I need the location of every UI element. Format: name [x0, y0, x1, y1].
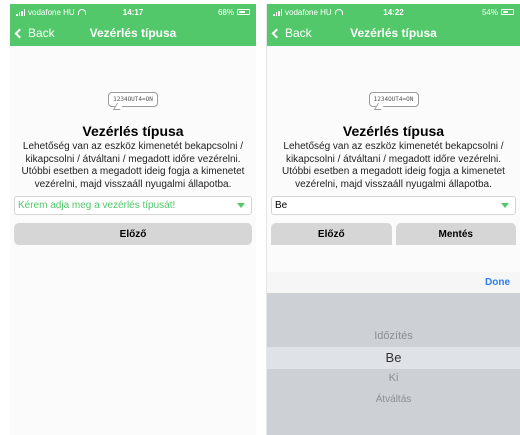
carrier-label: vodafone HU: [285, 7, 332, 17]
back-button[interactable]: Back: [267, 26, 312, 40]
battery-percent: 68%: [217, 7, 234, 17]
save-button[interactable]: Mentés: [395, 223, 516, 245]
signal-icon: [16, 8, 25, 16]
wifi-icon: [77, 9, 86, 15]
control-type-select[interactable]: Kérem adja meg a vezérlés típusát!: [14, 196, 252, 215]
description-text: Lehetőség van az eszköz kimenetét bekapc…: [21, 141, 245, 190]
picker-toolbar: Done: [267, 272, 520, 294]
phone-screen-left: vodafone HU 14:17 68% Back Vezérlés típu…: [10, 4, 256, 435]
back-label: Back: [28, 26, 55, 40]
status-time: 14:17: [122, 7, 144, 17]
previous-button[interactable]: Előző: [271, 223, 392, 245]
picker-wheel[interactable]: Időzítés Be Ki Átváltás: [267, 294, 520, 435]
select-value: Be: [275, 200, 288, 211]
page-heading: Vezérlés típusa: [342, 123, 445, 139]
dropdown-arrow-icon: [237, 203, 245, 208]
picker-option[interactable]: Ki: [267, 372, 520, 384]
battery-percent: 54%: [481, 7, 498, 17]
chevron-left-icon: [271, 28, 282, 38]
nav-title: Vezérlés típusa: [89, 26, 177, 40]
status-time: 14:22: [383, 7, 404, 17]
signal-icon: [273, 8, 282, 16]
sms-command-bubble: 1234OUT4=ON: [108, 92, 158, 107]
previous-button[interactable]: Előző: [14, 223, 252, 245]
navigation-bar: Back Vezérlés típusa: [267, 20, 520, 46]
description-text: Lehetőség van az eszköz kimenetét bekapc…: [282, 141, 505, 190]
picker-option[interactable]: Átváltás: [267, 394, 520, 405]
dropdown-arrow-icon: [501, 203, 509, 208]
picker-option[interactable]: Időzítés: [267, 330, 520, 342]
battery-icon: [237, 9, 250, 15]
status-bar: vodafone HU 14:17 68%: [10, 4, 256, 20]
battery-icon: [501, 9, 514, 15]
button-row: Előző Mentés: [271, 223, 516, 245]
wifi-icon: [334, 9, 343, 15]
page-heading: Vezérlés típusa: [82, 123, 184, 139]
carrier-label: vodafone HU: [28, 7, 75, 17]
select-placeholder: Kérem adja meg a vezérlés típusát!: [18, 200, 176, 211]
back-button[interactable]: Back: [10, 26, 55, 40]
option-picker: Done Időzítés Be Ki Átváltás: [267, 272, 520, 435]
done-button[interactable]: Done: [485, 277, 510, 288]
nav-title: Vezérlés típusa: [350, 26, 437, 40]
picker-option[interactable]: Be: [267, 350, 520, 365]
back-label: Back: [285, 26, 312, 40]
chevron-left-icon: [14, 28, 25, 38]
navigation-bar: Back Vezérlés típusa: [10, 20, 256, 46]
sms-command-bubble: 1234OUT4=ON: [368, 92, 419, 107]
status-bar: vodafone HU 14:22 54%: [267, 4, 520, 20]
phone-screen-right: vodafone HU 14:22 54% Back Vezérlés típu…: [266, 4, 520, 435]
control-type-select[interactable]: Be: [271, 196, 516, 215]
